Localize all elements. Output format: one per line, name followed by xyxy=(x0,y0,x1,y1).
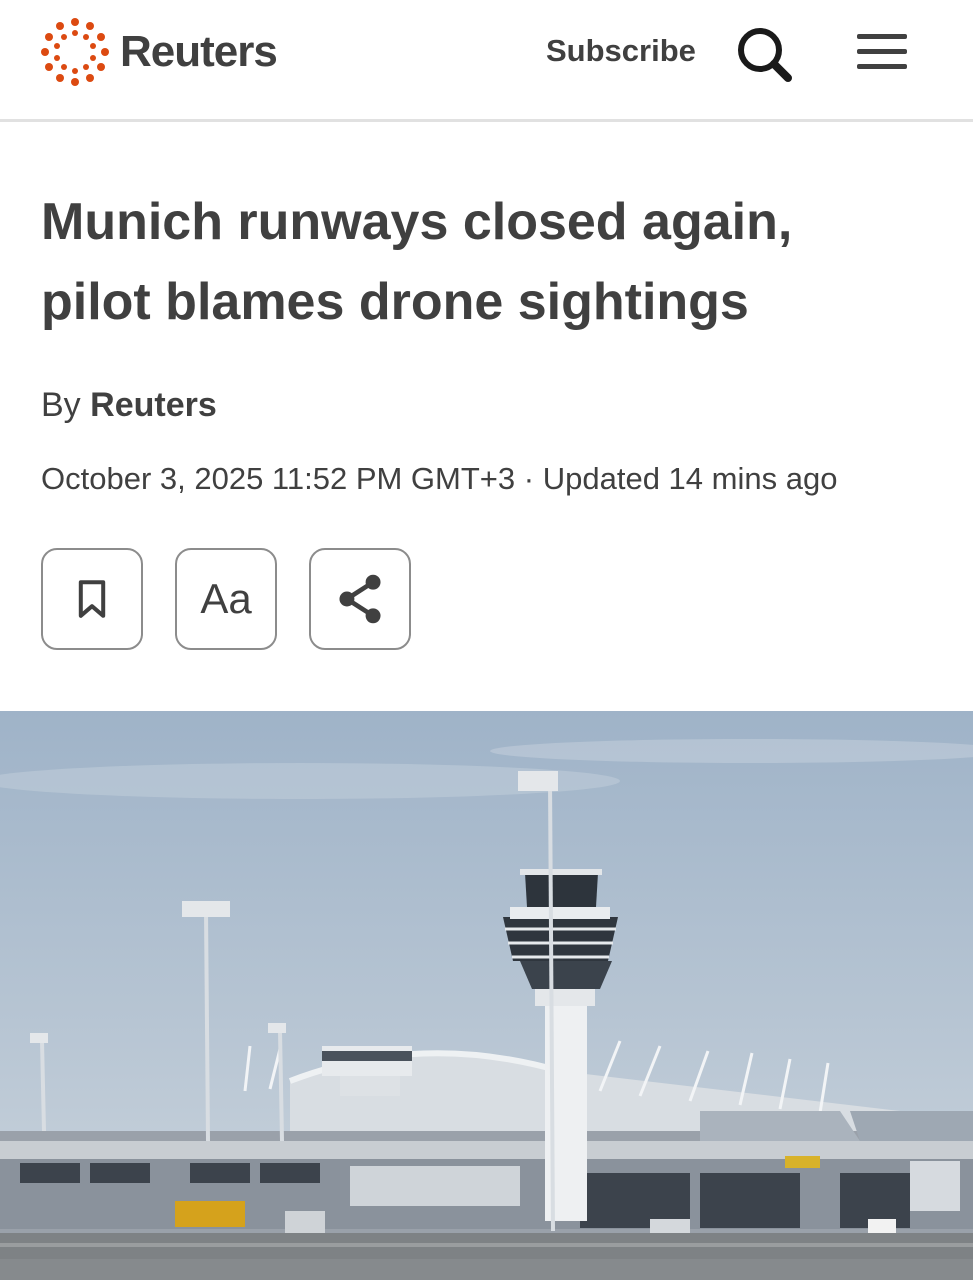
reuters-logo[interactable]: Reuters xyxy=(40,16,278,88)
bookmark-icon xyxy=(78,580,106,618)
byline-prefix: By xyxy=(41,386,81,424)
airport-control-tower-photo xyxy=(0,711,973,1280)
article-headline: Munich runways closed again, pilot blame… xyxy=(41,182,921,342)
bookmark-button[interactable] xyxy=(41,548,143,650)
reuters-logo-icon xyxy=(41,18,109,86)
subscribe-link[interactable]: Subscribe xyxy=(546,28,696,74)
site-header: Reuters Subscribe xyxy=(0,0,973,122)
search-button[interactable] xyxy=(734,24,794,84)
byline-author[interactable]: Reuters xyxy=(90,386,217,424)
byline: By Reuters xyxy=(41,386,217,425)
publish-timestamp: October 3, 2025 11:52 PM GMT+3 xyxy=(41,461,516,496)
text-size-button[interactable]: Aa xyxy=(175,548,277,650)
search-icon xyxy=(738,28,792,82)
dateline: October 3, 2025 11:52 PM GMT+3 · Updated… xyxy=(41,461,837,497)
brand-name: Reuters xyxy=(120,27,278,76)
hero-image[interactable] xyxy=(0,711,973,1280)
text-size-label: Aa xyxy=(200,575,252,622)
menu-button[interactable] xyxy=(855,30,909,74)
share-button[interactable] xyxy=(309,548,411,650)
hamburger-menu-icon xyxy=(857,34,907,39)
headline-line-2: pilot blames drone sightings xyxy=(41,273,749,331)
updated-time: Updated 14 mins ago xyxy=(542,461,838,496)
share-icon xyxy=(339,574,381,624)
hamburger-menu-icon xyxy=(857,49,907,54)
dateline-separator: · xyxy=(523,461,535,496)
hamburger-menu-icon xyxy=(857,64,907,69)
headline-line-1: Munich runways closed again, xyxy=(41,193,793,251)
